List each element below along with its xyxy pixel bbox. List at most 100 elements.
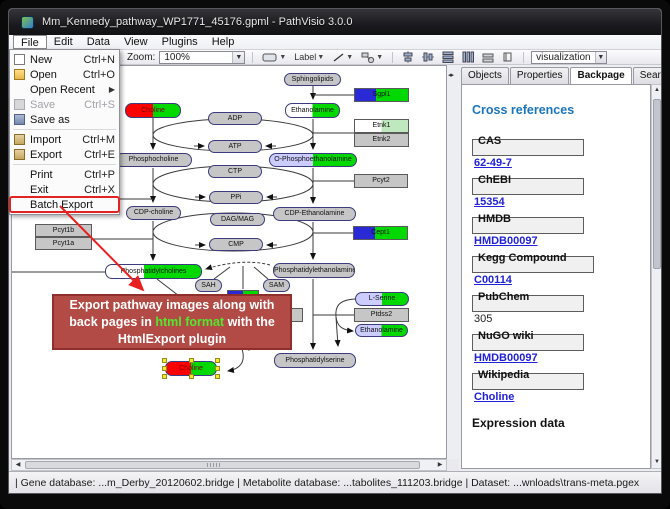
annotation-callout: Export pathway images along with back pa… <box>52 294 292 350</box>
canvas-hscrollbar[interactable]: ◀ ▶ <box>11 459 447 471</box>
chevron-down-icon[interactable]: ▼ <box>376 54 383 61</box>
menu-plugins[interactable]: Plugins <box>155 35 205 49</box>
pathway-node-pcyt1a[interactable]: Pcyt1a <box>35 237 92 250</box>
pathway-node-choline-top[interactable]: Choline <box>125 103 181 118</box>
visualization-combobox[interactable]: visualization ▼ <box>531 51 607 64</box>
pathway-node-etnk2[interactable]: Etnk2 <box>354 133 409 147</box>
pathway-node-atp[interactable]: ATP <box>208 140 262 153</box>
xref-section-chebi: ChEBI15354 <box>472 178 650 217</box>
common-height-button[interactable] <box>500 51 516 64</box>
pathway-node-phosphatidylcholines[interactable]: Phosphatidylcholines <box>105 264 202 279</box>
callout-highlight-text: html format <box>155 315 224 329</box>
menu-item-new[interactable]: NewCtrl+N <box>10 52 119 67</box>
pathway-node-o-phosphoethanolamine[interactable]: O-Phosphoethanolamine <box>269 153 357 167</box>
menu-shortcut: Ctrl+S <box>84 99 115 111</box>
distribute-horizontal-button[interactable] <box>440 51 456 64</box>
pathway-node-ethanolamine-top[interactable]: Ethanolamine <box>285 103 340 118</box>
label-tool-button[interactable]: Label ▼ <box>292 51 326 64</box>
menu-item-save-as[interactable]: Save as <box>10 112 119 127</box>
menu-item-print[interactable]: Print Ctrl+P <box>10 167 119 182</box>
pathway-node-ppi[interactable]: PPi <box>209 191 263 204</box>
menu-item-open-recent[interactable]: Open Recent▶ <box>10 82 119 97</box>
scroll-right-icon[interactable]: ▶ <box>434 460 446 470</box>
chevron-down-icon[interactable]: ▼ <box>232 52 244 63</box>
scroll-up-icon[interactable]: ▲ <box>652 85 662 96</box>
pathway-node-ptdss2[interactable]: Ptdss2 <box>354 308 409 322</box>
pathway-node-ctp[interactable]: CTP <box>208 165 262 178</box>
menu-item-batch-export[interactable]: Batch Export <box>10 197 119 212</box>
pathway-node-phosphocholine[interactable]: Phosphocholine <box>115 153 192 167</box>
gene-datanode-button[interactable]: ▼ <box>260 51 288 64</box>
chevron-down-icon[interactable]: ▼ <box>279 54 286 61</box>
pathway-node-cdp-ethanolamine[interactable]: CDP-Ethanolamine <box>273 207 356 221</box>
selection-handle[interactable] <box>189 374 194 379</box>
menu-view[interactable]: View <box>117 35 155 49</box>
pathway-node-phosphatidylethanolamine[interactable]: Phosphatidylethanolamine <box>273 263 355 278</box>
panel-scrollbar[interactable]: ▲ ▼ <box>651 84 662 469</box>
shapes-tool-button[interactable]: ▼ <box>359 51 385 64</box>
common-width-icon <box>482 51 494 63</box>
menu-item-open[interactable]: OpenCtrl+O <box>10 67 119 82</box>
pathway-node-pcyt2[interactable]: Pcyt2 <box>354 174 408 188</box>
pathway-node-adp[interactable]: ADP <box>208 112 262 125</box>
menu-item-import[interactable]: ImportCtrl+M <box>10 132 119 147</box>
pathway-node-pcyt1b[interactable]: Pcyt1b <box>35 224 92 237</box>
expression-data-heading: Expression data <box>472 416 650 430</box>
scroll-left-icon[interactable]: ◀ <box>12 460 24 470</box>
scrollbar-thumb[interactable] <box>25 461 420 469</box>
scrollbar-thumb[interactable] <box>653 99 661 269</box>
pathway-node-ethanolamine-bottom[interactable]: Ethanolamine <box>355 324 408 337</box>
pathway-node-cept1[interactable]: Cept1 <box>353 226 408 240</box>
pathway-node-cmp[interactable]: CMP <box>209 238 263 251</box>
selection-handle[interactable] <box>189 358 194 363</box>
tab-objects[interactable]: Objects <box>461 67 509 84</box>
zoom-combobox[interactable]: 100% ▼ <box>159 51 245 64</box>
tab-properties[interactable]: Properties <box>510 67 570 84</box>
menu-file[interactable]: File <box>13 35 47 49</box>
selection-handle[interactable] <box>162 358 167 363</box>
chevron-down-icon[interactable]: ▼ <box>346 54 353 61</box>
selection-handle[interactable] <box>215 358 220 363</box>
selection-handle[interactable] <box>162 374 167 379</box>
tab-search[interactable]: Search <box>633 67 662 84</box>
menu-data[interactable]: Data <box>80 35 117 49</box>
selection-handle[interactable] <box>215 374 220 379</box>
pathway-node-l-serine[interactable]: L-Serine <box>355 292 409 306</box>
distribute-vertical-button[interactable] <box>460 51 476 64</box>
line-tool-button[interactable]: ▼ <box>330 51 355 64</box>
pathway-node-etnk1[interactable]: Etnk1 <box>354 119 409 133</box>
menu-help[interactable]: Help <box>205 35 242 49</box>
menu-item-save[interactable]: SaveCtrl+S <box>10 97 119 112</box>
splitter-collapse-icon[interactable]: ◂▸ <box>448 71 453 79</box>
toolbar-separator <box>392 52 393 63</box>
common-width-button[interactable] <box>480 51 496 64</box>
window-title: Mm_Kennedy_pathway_WP1771_45176.gpml - P… <box>42 16 352 28</box>
menu-item-label: Exit <box>30 184 48 196</box>
menu-shortcut: Ctrl+P <box>84 169 115 181</box>
chevron-down-icon[interactable]: ▼ <box>595 52 607 63</box>
gene-datanode-icon <box>262 52 278 63</box>
panel-splitter[interactable]: ◂▸ <box>447 65 459 459</box>
pathway-node-phosphatidylserine[interactable]: Phosphatidylserine <box>274 353 356 368</box>
pathway-node-sam[interactable]: SAM <box>263 279 290 292</box>
align-center-button[interactable] <box>400 51 416 64</box>
tab-backpage[interactable]: Backpage <box>570 67 631 84</box>
pathway-node-cdp-choline[interactable]: CDP-choline <box>126 206 181 220</box>
pathway-node-sgpl1[interactable]: Sgpl1 <box>354 88 409 102</box>
pathway-node-sah[interactable]: SAH <box>195 279 222 292</box>
pathway-node-sphingolipids[interactable]: Sphingolipids <box>284 73 341 86</box>
pathway-node-dag-mag[interactable]: DAG/MAG <box>210 213 265 226</box>
menu-edit[interactable]: Edit <box>47 35 80 49</box>
menu-item-exit[interactable]: ExitCtrl+X <box>10 182 119 197</box>
menu-item-label: Print <box>30 169 53 181</box>
title-bar[interactable]: Mm_Kennedy_pathway_WP1771_45176.gpml - P… <box>9 9 662 35</box>
menu-item-export[interactable]: ExportCtrl+E <box>10 147 119 162</box>
scroll-down-icon[interactable]: ▼ <box>652 457 662 468</box>
selection-handle[interactable] <box>162 366 167 371</box>
menu-item-label: New <box>30 54 52 66</box>
xref-database-name: Wikipedia <box>472 373 584 390</box>
visualization-value: visualization <box>532 52 594 63</box>
selection-handle[interactable] <box>215 366 220 371</box>
align-middle-button[interactable] <box>420 51 436 64</box>
chevron-down-icon[interactable]: ▼ <box>317 54 324 61</box>
